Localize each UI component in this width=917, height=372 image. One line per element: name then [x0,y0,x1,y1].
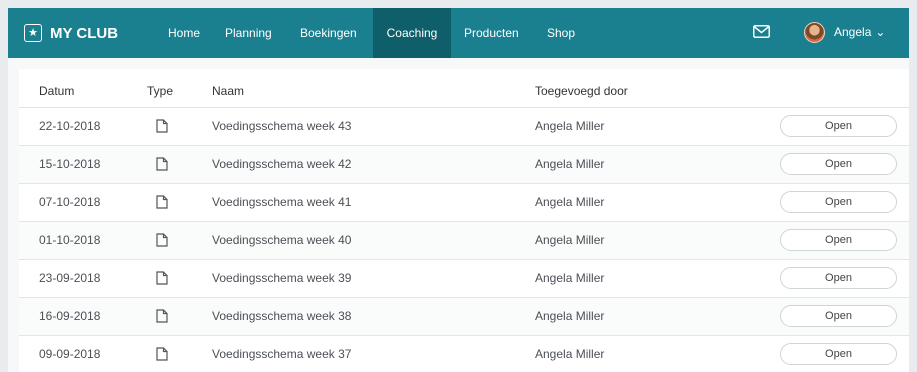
table-row: 01-10-2018 Voedingsschema week 40 Angela… [19,221,909,259]
avatar[interactable] [804,22,825,43]
user-menu[interactable]: Angela ⌄ [834,25,885,39]
row-added-by: Angela Miller [535,347,605,361]
nav-home[interactable]: Home [158,8,210,58]
nav-shop[interactable]: Shop [537,8,585,58]
row-added-by: Angela Miller [535,195,605,209]
open-button[interactable]: Open [780,115,897,137]
open-button[interactable]: Open [780,305,897,327]
header-name: Naam [212,84,245,98]
chevron-down-icon: ⌄ [875,25,886,39]
document-icon [156,233,168,247]
row-date: 23-09-2018 [39,271,101,285]
document-icon [156,195,168,209]
row-added-by: Angela Miller [535,157,605,171]
nav-coaching[interactable]: Coaching [373,8,451,58]
row-name[interactable]: Voedingsschema week 40 [212,233,351,247]
top-navbar: ★ MY CLUB Home Planning Boekingen Coachi… [8,8,909,58]
row-name[interactable]: Voedingsschema week 43 [212,119,351,133]
header-type: Type [147,84,174,98]
row-name[interactable]: Voedingsschema week 42 [212,157,351,171]
mail-icon[interactable] [753,25,770,38]
document-icon [156,309,168,323]
open-button[interactable]: Open [780,153,897,175]
open-button[interactable]: Open [780,229,897,251]
row-name[interactable]: Voedingsschema week 39 [212,271,351,285]
table-row: 22-10-2018 Voedingsschema week 43 Angela… [19,107,909,145]
table-row: 16-09-2018 Voedingsschema week 38 Angela… [19,297,909,335]
row-name[interactable]: Voedingsschema week 41 [212,195,351,209]
nav-boekingen[interactable]: Boekingen [290,8,367,58]
open-button[interactable]: Open [780,191,897,213]
row-date: 15-10-2018 [39,157,101,171]
open-button[interactable]: Open [780,267,897,289]
document-icon [156,347,168,361]
table-row: 23-09-2018 Voedingsschema week 39 Angela… [19,259,909,297]
document-icon [156,271,168,285]
table-row: 15-10-2018 Voedingsschema week 42 Angela… [19,145,909,183]
row-date: 01-10-2018 [39,233,101,247]
star-icon: ★ [24,24,42,42]
row-added-by: Angela Miller [535,233,605,247]
app-frame: ★ MY CLUB Home Planning Boekingen Coachi… [8,8,909,372]
brand-logo[interactable]: ★ MY CLUB [24,22,118,44]
brand-name: MY CLUB [50,24,119,42]
row-name[interactable]: Voedingsschema week 38 [212,309,351,323]
open-button[interactable]: Open [780,343,897,365]
documents-table: Datum Type Naam Toegevoegd door 22-10-20… [19,69,909,372]
document-icon [156,119,168,133]
row-name[interactable]: Voedingsschema week 37 [212,347,351,361]
row-added-by: Angela Miller [535,271,605,285]
table-row: 09-09-2018 Voedingsschema week 37 Angela… [19,335,909,372]
nav-producten[interactable]: Producten [454,8,529,58]
row-date: 07-10-2018 [39,195,101,209]
header-date: Datum [39,84,75,98]
table-row: 07-10-2018 Voedingsschema week 41 Angela… [19,183,909,221]
row-added-by: Angela Miller [535,119,605,133]
row-date: 09-09-2018 [39,347,101,361]
row-date: 16-09-2018 [39,309,101,323]
nav-planning[interactable]: Planning [215,8,282,58]
row-added-by: Angela Miller [535,309,605,323]
user-name: Angela [834,25,872,39]
document-icon [156,157,168,171]
header-added-by: Toegevoegd door [535,84,628,98]
row-date: 22-10-2018 [39,119,101,133]
